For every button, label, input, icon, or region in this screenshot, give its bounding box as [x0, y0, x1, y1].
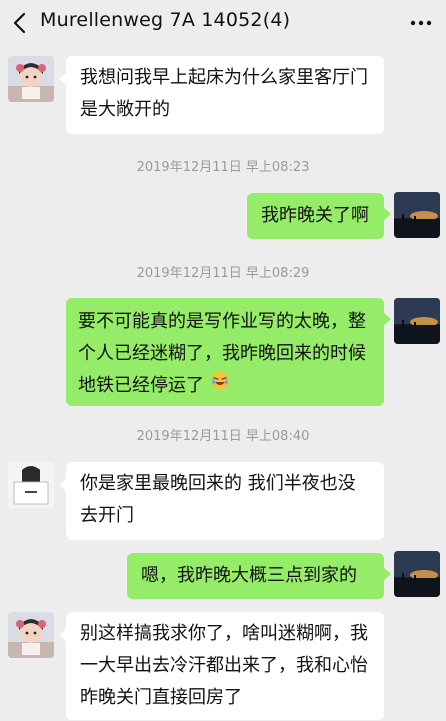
- chevron-left-icon[interactable]: [8, 10, 34, 36]
- timestamp: 2019年12月11日 早上08:40: [136, 429, 310, 444]
- message-text: 你是家里最晚回来的 我们半夜也没去开门: [80, 473, 356, 526]
- laughing-crying-emoji: [210, 370, 230, 402]
- message-bubble[interactable]: 我想问我早上起床为什么家里客厅门是大敞开的: [59, 56, 384, 134]
- message-text: 我昨晚关了啊: [261, 205, 369, 226]
- message-list[interactable]: 我想问我早上起床为什么家里客厅门是大敞开的 2019年12月11日 早上08:2…: [0, 46, 446, 721]
- message-text: 我想问我早上起床为什么家里客厅门是大敞开的: [80, 67, 368, 120]
- girl-avatar[interactable]: [8, 56, 54, 102]
- girl-avatar[interactable]: [8, 612, 54, 658]
- more-dots-icon[interactable]: [410, 13, 432, 33]
- sunset-avatar[interactable]: [394, 192, 440, 238]
- chat-header: Murellenweg 7A 14052(4): [0, 0, 446, 46]
- message-bubble[interactable]: 嗯，我昨晚大概三点到家的: [127, 553, 391, 599]
- sunset-avatar[interactable]: [394, 551, 440, 597]
- message-bubble[interactable]: 你是家里最晚回来的 我们半夜也没去开门: [59, 462, 384, 540]
- timestamp: 2019年12月11日 早上08:23: [136, 160, 310, 175]
- message-bubble[interactable]: 别这样搞我求你了，啥叫迷糊啊，我一大早出去冷汗都出来了，我和心怡昨晚关门直接回房…: [59, 612, 384, 720]
- message-bubble[interactable]: 我昨晚关了啊: [247, 193, 391, 239]
- laptop-avatar[interactable]: [8, 462, 54, 508]
- chat-title: Murellenweg 7A 14052(4): [40, 9, 291, 31]
- message-text: 嗯，我昨晚大概三点到家的: [141, 565, 357, 586]
- timestamp: 2019年12月11日 早上08:29: [136, 266, 310, 281]
- message-text: 别这样搞我求你了，啥叫迷糊啊，我一大早出去冷汗都出来了，我和心怡昨晚关门直接回房…: [80, 623, 368, 708]
- sunset-avatar[interactable]: [394, 298, 440, 344]
- message-bubble[interactable]: 要不可能真的是写作业写的太晚，整个人已经迷糊了，我昨晚回来的时候地铁已经停运了: [66, 298, 391, 406]
